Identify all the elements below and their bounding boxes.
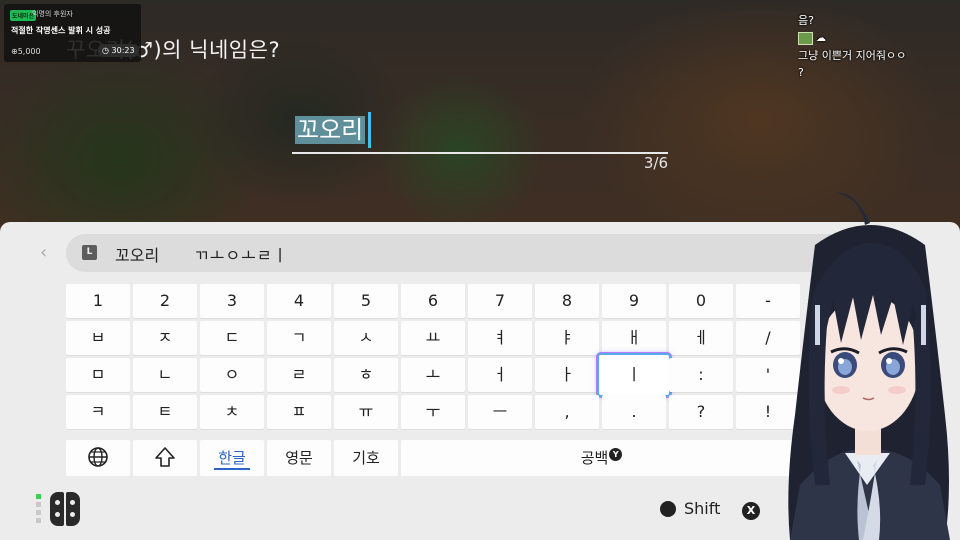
mode-korean-tab[interactable]: 한글 — [200, 440, 264, 476]
nickname-input[interactable]: 꼬오리 3/6 — [292, 110, 668, 172]
shift-hint-label: Shift — [684, 499, 721, 518]
key[interactable]: 9 — [602, 284, 666, 318]
key[interactable]: ㅅ — [334, 321, 398, 355]
donation-mission-overlay: 도네미션 익명의 후원자 적절한 작명센스 발휘 시 성공 ⊕5,000 ◷ 3… — [4, 4, 141, 62]
key[interactable]: ㅣ — [599, 355, 669, 395]
key[interactable]: ? — [669, 395, 733, 429]
key[interactable]: ㅎ — [334, 358, 398, 392]
shift-arrow-icon — [155, 447, 175, 467]
shift-hint[interactable]: Shift — [660, 499, 720, 518]
key[interactable]: ㅍ — [267, 395, 331, 429]
key[interactable]: 1 — [66, 284, 130, 318]
joycon-icon — [48, 492, 84, 528]
mode-symbols-label: 기호 — [352, 449, 380, 467]
key[interactable]: ㅐ — [602, 321, 666, 355]
chat-line: 그냥 이쁜거 지어줘ㅇㅇ — [798, 49, 907, 62]
mission-text: 적절한 작명센스 발휘 시 성공 — [11, 26, 111, 35]
mode-english-tab[interactable]: 영문 — [267, 440, 331, 476]
y-button-icon: Y — [609, 448, 623, 461]
key[interactable]: ㅌ — [133, 395, 197, 429]
suggestion-item[interactable]: ㄲㅗㅇㅗㄹㅣ — [194, 242, 288, 266]
key[interactable]: 2 — [133, 284, 197, 318]
key[interactable]: ㅑ — [535, 321, 599, 355]
key[interactable]: ㄱ — [267, 321, 331, 355]
x-button-hint[interactable]: X — [742, 499, 768, 520]
x-button-icon: X — [742, 502, 760, 520]
language-globe-button[interactable] — [66, 440, 130, 476]
space-key[interactable]: 공백 Y — [401, 440, 802, 476]
key[interactable]: 3 — [200, 284, 264, 318]
globe-icon — [88, 447, 108, 467]
key[interactable]: ㅂ — [66, 321, 130, 355]
key[interactable]: ㄷ — [200, 321, 264, 355]
stick-icon — [660, 501, 676, 517]
key[interactable]: 6 — [401, 284, 465, 318]
chat-emote-line: ☁ — [798, 29, 958, 47]
shift-key[interactable] — [133, 440, 197, 476]
key[interactable]: ㄴ — [133, 358, 197, 392]
key[interactable]: ㅈ — [133, 321, 197, 355]
chat-line: 음? — [798, 14, 814, 27]
donation-amount: ⊕5,000 — [11, 47, 41, 56]
chat-overlay: 음? ☁ 그냥 이쁜거 지어줘ㅇㅇ ? — [798, 12, 958, 81]
key[interactable]: ㅕ — [468, 321, 532, 355]
active-tab-underline — [214, 468, 250, 470]
key[interactable]: ㅊ — [200, 395, 264, 429]
key[interactable]: ㅜ — [401, 395, 465, 429]
text-caret — [368, 112, 371, 148]
cloud-icon: ☁ — [816, 33, 826, 44]
key[interactable]: ㅡ — [468, 395, 532, 429]
key[interactable]: 7 — [468, 284, 532, 318]
key[interactable]: ㄹ — [267, 358, 331, 392]
nickname-input-value: 꼬오리 — [295, 116, 366, 144]
key[interactable]: ㅠ — [334, 395, 398, 429]
mode-english-label: 영문 — [285, 449, 313, 467]
key[interactable]: ㅁ — [66, 358, 130, 392]
key[interactable]: ㅏ — [535, 358, 599, 392]
suggestion-bar: L 꼬오리 ㄲㅗㅇㅗㄹㅣ R — [66, 234, 890, 272]
vtuber-avatar — [788, 192, 950, 540]
chevron-left-icon[interactable]: ‹ — [40, 242, 47, 263]
suggestion-item[interactable]: 꼬오리 — [115, 242, 159, 266]
mode-korean-label: 한글 — [218, 449, 246, 467]
key[interactable]: ㅛ — [401, 321, 465, 355]
key[interactable]: 8 — [535, 284, 599, 318]
key[interactable]: 0 — [669, 284, 733, 318]
mission-timer: ◷ 30:23 — [98, 44, 139, 57]
key[interactable]: ㅔ — [669, 321, 733, 355]
key[interactable]: 4 — [267, 284, 331, 318]
mode-symbols-tab[interactable]: 기호 — [334, 440, 398, 476]
key[interactable]: ㅋ — [66, 395, 130, 429]
key[interactable]: , — [535, 395, 599, 429]
chat-line: ? — [798, 66, 804, 79]
key[interactable]: ㅇ — [200, 358, 264, 392]
key[interactable]: 5 — [334, 284, 398, 318]
l-button-icon: L — [82, 245, 97, 260]
key[interactable]: ㅗ — [401, 358, 465, 392]
chat-emote-icon — [798, 31, 813, 45]
key[interactable]: : — [669, 358, 733, 392]
donor-name: 익명의 후원자 — [32, 10, 73, 18]
char-counter: 3/6 — [643, 154, 668, 172]
key[interactable]: ㅓ — [468, 358, 532, 392]
player-led-indicator — [36, 494, 42, 526]
key[interactable]: . — [602, 395, 666, 429]
space-key-label: 공백 — [580, 449, 609, 467]
